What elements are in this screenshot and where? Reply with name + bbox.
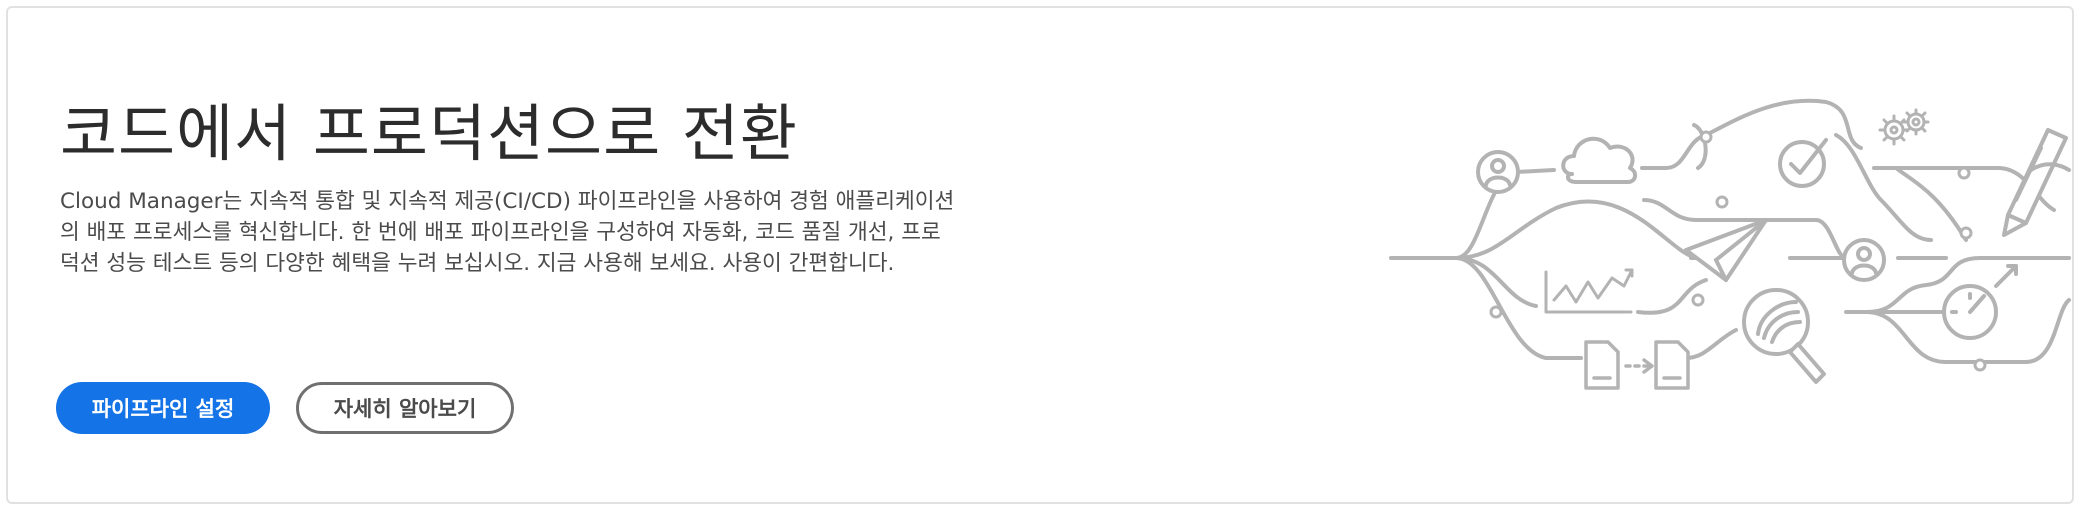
- page-title: 코드에서 프로덕션으로 전환: [60, 97, 798, 170]
- gauge-icon: [1942, 264, 2018, 340]
- hero-description: Cloud Manager는 지속적 통합 및 지속적 제공(CI/CD) 파이…: [60, 189, 955, 276]
- pen-icon: [2002, 128, 2071, 237]
- cloud-icon: [1561, 136, 1637, 184]
- paper-plane-icon: [1684, 218, 1768, 282]
- learn-more-button[interactable]: 자세히 알아보기: [296, 382, 514, 434]
- chart-icon: [1544, 268, 1634, 314]
- user-icon-center: [1842, 238, 1886, 282]
- checkmark-icon: [1778, 138, 1828, 188]
- gear-icon: [1878, 108, 1930, 146]
- user-icon: [1476, 150, 1520, 194]
- setup-pipeline-button[interactable]: 파이프라인 설정: [56, 382, 270, 434]
- document-icon: [1584, 340, 1690, 390]
- pipeline-illustration: [1389, 98, 2071, 390]
- magnifier-icon: [1742, 288, 1826, 384]
